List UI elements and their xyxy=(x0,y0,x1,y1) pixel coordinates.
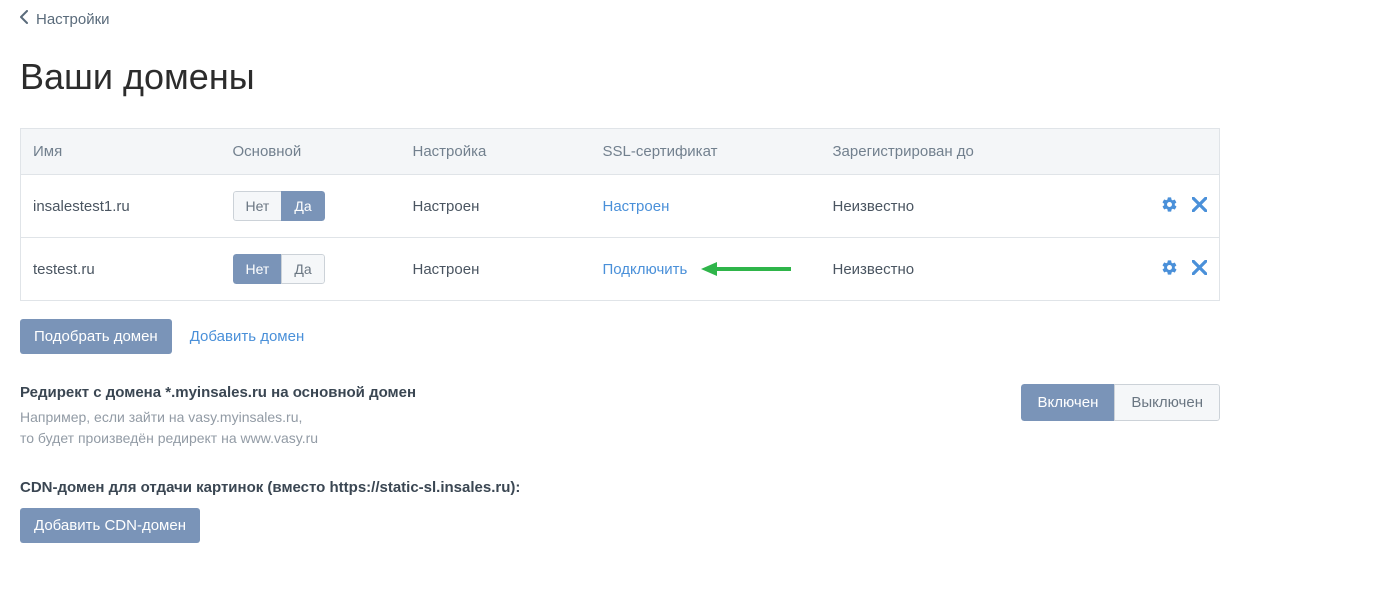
ssl-link[interactable]: Подключить xyxy=(603,261,688,278)
breadcrumb-back[interactable]: Настройки xyxy=(20,10,1356,28)
domain-actions xyxy=(1120,238,1220,301)
domain-setup: Настроен xyxy=(401,238,591,301)
table-row: testest.ruНетДаНастроенПодключитьНеизвес… xyxy=(21,238,1220,301)
gear-icon[interactable] xyxy=(1161,259,1178,280)
chevron-left-icon xyxy=(20,10,28,28)
col-registered: Зарегистрирован до xyxy=(821,129,1120,175)
main-toggle-no[interactable]: Нет xyxy=(233,191,283,221)
col-actions xyxy=(1120,129,1220,175)
main-toggle-yes[interactable]: Да xyxy=(281,254,324,284)
domain-main-toggle-cell: НетДа xyxy=(221,175,401,238)
arrow-icon xyxy=(701,259,791,279)
main-toggle-no[interactable]: Нет xyxy=(233,254,283,284)
ssl-link[interactable]: Настроен xyxy=(603,198,670,215)
domain-actions xyxy=(1120,175,1220,238)
main-toggle-yes[interactable]: Да xyxy=(281,191,324,221)
col-ssl: SSL-сертификат xyxy=(591,129,821,175)
redirect-on-button[interactable]: Включен xyxy=(1021,384,1116,421)
domain-name: insalestest1.ru xyxy=(21,175,221,238)
page-title: Ваши домены xyxy=(20,56,1356,98)
domain-registered: Неизвестно xyxy=(821,238,1120,301)
pick-domain-button[interactable]: Подобрать домен xyxy=(20,319,172,354)
domain-name: testest.ru xyxy=(21,238,221,301)
add-domain-link[interactable]: Добавить домен xyxy=(190,328,305,345)
col-main: Основной xyxy=(221,129,401,175)
domain-ssl: Подключить xyxy=(591,238,821,301)
domains-table: Имя Основной Настройка SSL-сертификат За… xyxy=(20,128,1220,301)
redirect-toggle: Включен Выключен xyxy=(1021,384,1221,421)
redirect-hint: Например, если зайти на vasy.myinsales.r… xyxy=(20,407,416,449)
domain-ssl: Настроен xyxy=(591,175,821,238)
close-icon[interactable] xyxy=(1192,260,1207,279)
redirect-title: Редирект с домена *.myinsales.ru на осно… xyxy=(20,384,416,401)
breadcrumb-label: Настройки xyxy=(36,11,110,28)
cdn-title: CDN-домен для отдачи картинок (вместо ht… xyxy=(20,479,1220,496)
domain-setup: Настроен xyxy=(401,175,591,238)
redirect-off-button[interactable]: Выключен xyxy=(1114,384,1220,421)
gear-icon[interactable] xyxy=(1161,196,1178,217)
table-row: insalestest1.ruНетДаНастроенНастроенНеиз… xyxy=(21,175,1220,238)
domain-registered: Неизвестно xyxy=(821,175,1120,238)
close-icon[interactable] xyxy=(1192,197,1207,216)
domain-main-toggle-cell: НетДа xyxy=(221,238,401,301)
col-setup: Настройка xyxy=(401,129,591,175)
col-name: Имя xyxy=(21,129,221,175)
add-cdn-button[interactable]: Добавить CDN-домен xyxy=(20,508,200,543)
